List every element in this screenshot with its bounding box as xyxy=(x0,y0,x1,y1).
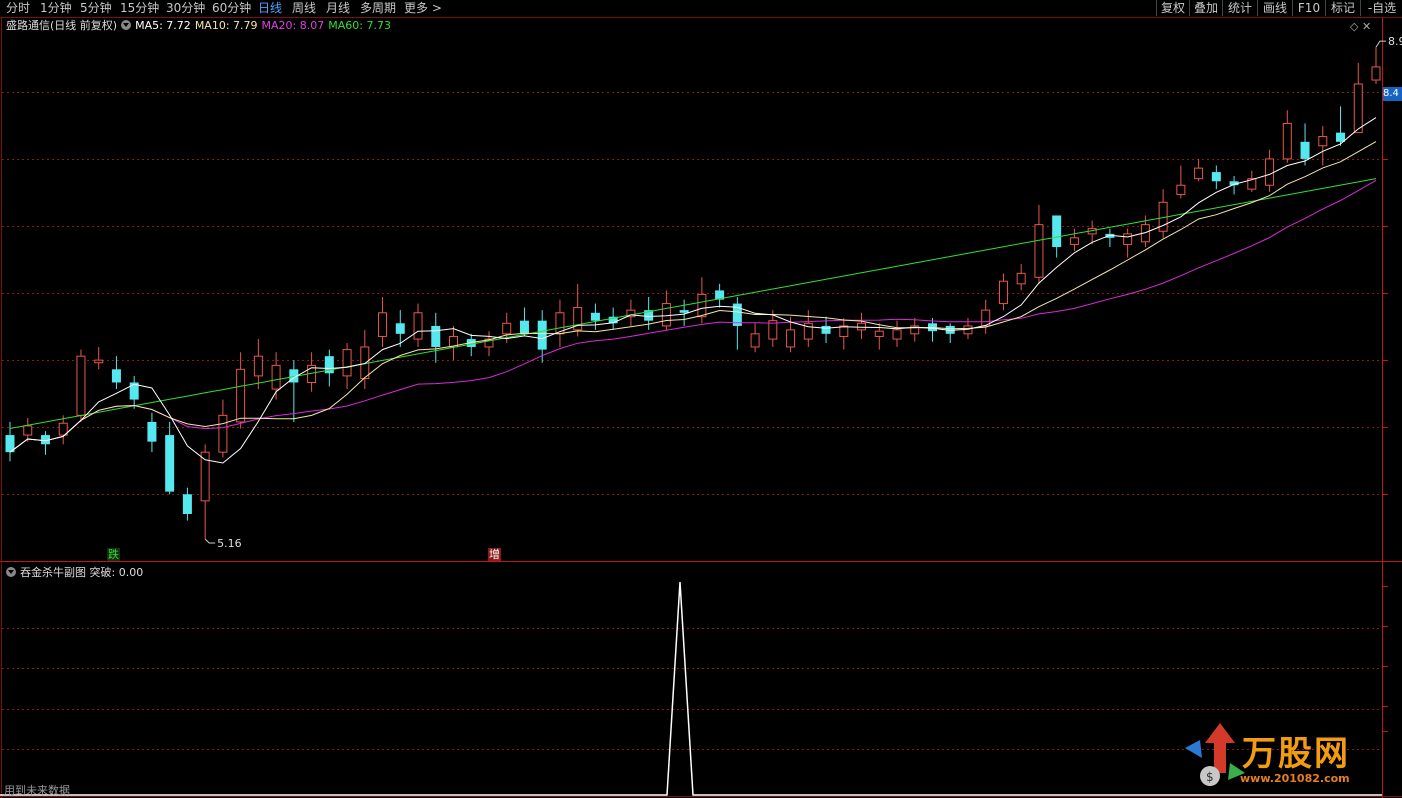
candle-body xyxy=(786,329,796,348)
ma20-label: MA20: 8.07 xyxy=(261,19,325,32)
candle-body xyxy=(519,320,529,334)
ma60-line xyxy=(9,178,1377,429)
candle-body xyxy=(1016,272,1026,285)
candle-body xyxy=(857,322,867,331)
candle-body xyxy=(839,325,849,337)
candle-body xyxy=(821,325,831,334)
candle-body xyxy=(342,349,352,377)
candle-body xyxy=(537,320,547,350)
candle-body xyxy=(1353,83,1363,134)
candle-body xyxy=(395,323,405,334)
candle-body xyxy=(111,369,121,383)
candle-body xyxy=(94,359,104,364)
candle-body xyxy=(679,310,689,313)
candle-body xyxy=(1069,237,1079,245)
chart-toggle-icons[interactable]: ◇ ✕ xyxy=(1350,20,1371,33)
high-pointer xyxy=(1375,40,1386,48)
stock-title: 盛路通信(日线 前复权) xyxy=(6,19,118,32)
ma5-line xyxy=(9,117,1377,464)
candle-body xyxy=(218,414,228,453)
sub-chart-title: 吞金杀牛副图 xyxy=(20,566,86,579)
candle-body xyxy=(590,312,600,321)
candle-body xyxy=(1211,172,1221,182)
logo-text: 万股网 xyxy=(1242,734,1350,774)
wangu-logo: $ 万股网 www.201082.com xyxy=(1180,718,1380,794)
candle-body xyxy=(1176,184,1186,195)
candle-body xyxy=(23,425,33,436)
candle-body xyxy=(165,435,175,492)
candle-body xyxy=(1123,233,1133,245)
fall-marker: 跌 xyxy=(107,548,120,561)
close-icon[interactable]: ✕ xyxy=(1362,20,1371,33)
current-price-tag: 8.4 xyxy=(1383,87,1402,101)
candle-body xyxy=(147,421,157,442)
candle-body xyxy=(413,312,423,340)
chart-canvas: 8.90 5.16 xyxy=(0,17,1402,798)
candle-body xyxy=(874,330,884,337)
candle-body xyxy=(502,322,512,335)
svg-text:$: $ xyxy=(1206,770,1214,784)
low-pointer xyxy=(204,538,216,544)
candle-body xyxy=(661,303,671,327)
breakout-value: 突破: 0.00 xyxy=(89,566,144,579)
candle-body xyxy=(1300,141,1310,159)
candle-body xyxy=(1034,224,1044,278)
ma10-line xyxy=(9,141,1377,453)
dropdown-icon[interactable] xyxy=(6,567,16,577)
candle-body xyxy=(750,333,760,348)
candle-body xyxy=(697,293,707,318)
candle-body xyxy=(76,355,86,416)
dropdown-icon[interactable] xyxy=(121,20,132,30)
candle-body xyxy=(236,368,246,423)
low-price-label: 5.16 xyxy=(217,537,242,550)
candle-body xyxy=(1282,122,1292,160)
future-data-note: 用到未来数据 xyxy=(4,784,70,797)
candle-body xyxy=(892,329,902,340)
candle-body xyxy=(378,312,388,337)
candle-body xyxy=(1336,132,1346,142)
logo-url: www.201082.com xyxy=(1240,772,1350,785)
high-price-label: 8.90 xyxy=(1388,35,1402,48)
add-marker: 增 xyxy=(488,548,501,561)
ma60-label: MA60: 7.73 xyxy=(328,19,391,32)
candle-body xyxy=(182,494,192,514)
candle-body xyxy=(253,355,263,377)
sub-chart-header: 吞金杀牛副图 突破: 0.00 xyxy=(6,565,143,581)
candle-body xyxy=(271,364,281,390)
candle-body xyxy=(431,325,441,347)
ma5-label: MA5: 7.72 xyxy=(135,19,191,32)
candle-body xyxy=(1371,66,1381,81)
candle-body xyxy=(1052,215,1062,248)
candle-body xyxy=(1194,167,1204,180)
candle-body xyxy=(998,280,1008,305)
breakout-signal-line xyxy=(0,581,1382,796)
candle-body xyxy=(1265,158,1275,186)
ma10-label: MA10: 7.79 xyxy=(194,19,258,32)
main-chart-header: 盛路通信(日线 前复权) MA5: 7.72 MA10: 7.79 MA20: 8.0… xyxy=(6,18,395,34)
diamond-icon[interactable]: ◇ xyxy=(1350,20,1358,33)
candle-body xyxy=(1318,136,1328,147)
